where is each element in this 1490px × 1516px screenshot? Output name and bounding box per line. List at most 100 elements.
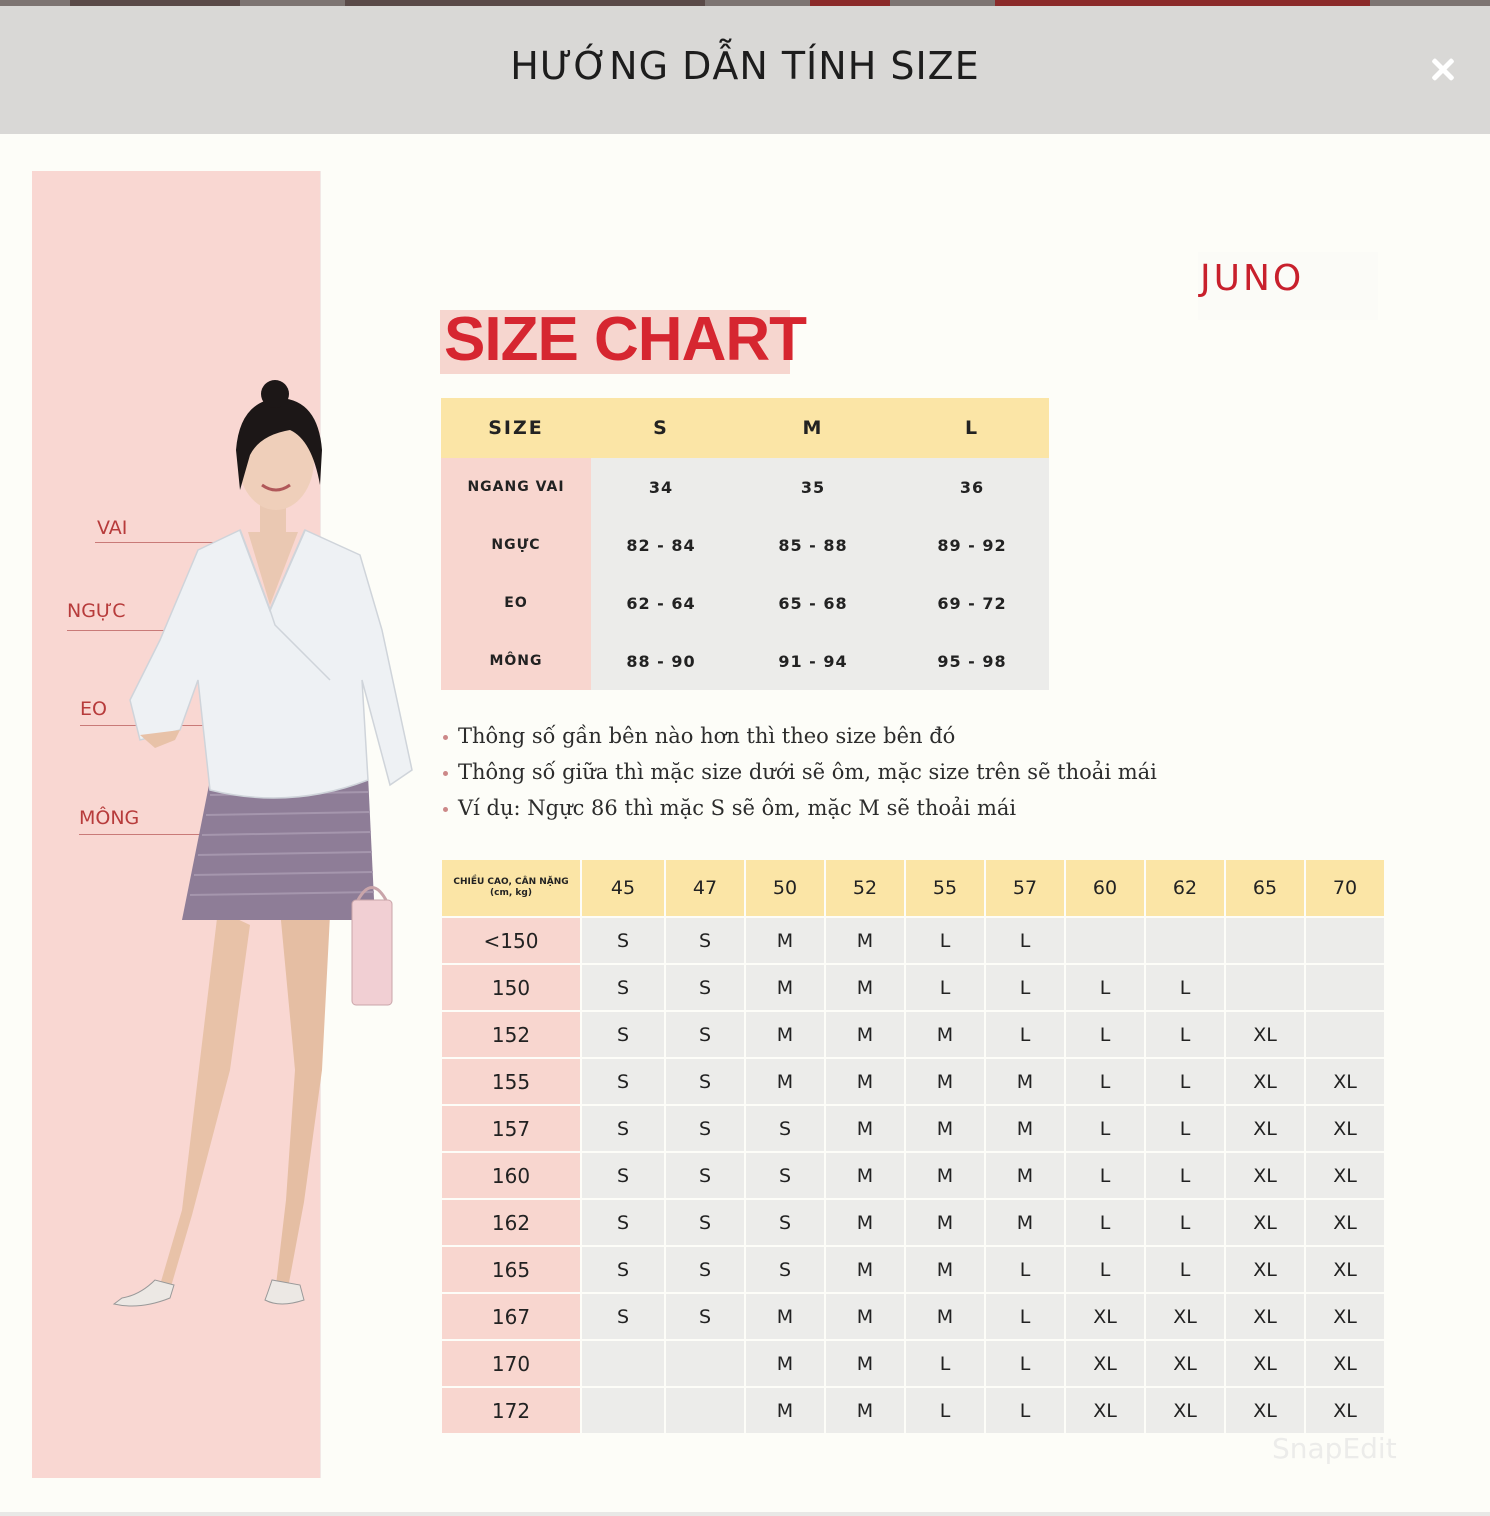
size-cell: M xyxy=(906,1200,984,1245)
bullet-icon xyxy=(443,735,448,740)
size-cell: S xyxy=(582,1059,664,1104)
table-cell: 88 - 90 xyxy=(591,632,731,690)
size-cell: XL xyxy=(1306,1200,1384,1245)
size-cell: M xyxy=(746,1388,824,1433)
size-cell: S xyxy=(666,1059,744,1104)
size-cell: S xyxy=(582,918,664,963)
size-cell: M xyxy=(826,1247,904,1292)
size-cell: M xyxy=(906,1294,984,1339)
size-cell: M xyxy=(986,1106,1064,1151)
note-text: Thông số giữa thì mặc size dưới sẽ ôm, m… xyxy=(458,760,1157,784)
table-cell: 82 - 84 xyxy=(591,516,731,574)
size-cell: XL xyxy=(1306,1247,1384,1292)
size-cell: M xyxy=(906,1059,984,1104)
weight-header: 52 xyxy=(826,860,904,916)
weight-header: 50 xyxy=(746,860,824,916)
size-cell: S xyxy=(582,1106,664,1151)
modal-title: HƯỚNG DẪN TÍNH SIZE xyxy=(510,44,980,88)
size-cell: XL xyxy=(1226,1106,1304,1151)
size-cell: L xyxy=(1066,1106,1144,1151)
corner-label: CHIỀU CAO, CÂN NẶNG xyxy=(453,877,569,887)
size-cell: L xyxy=(986,1294,1064,1339)
height-label: 162 xyxy=(442,1200,580,1245)
bullet-icon xyxy=(443,771,448,776)
size-cell: L xyxy=(1146,1059,1224,1104)
size-cell: XL xyxy=(1226,1012,1304,1057)
size-cell: S xyxy=(666,1153,744,1198)
table-row: 170 M M L L XL XL XL XL xyxy=(442,1341,1384,1386)
corner-unit: (cm, kg) xyxy=(490,888,532,898)
size-cell: L xyxy=(1146,965,1224,1010)
size-cell xyxy=(1306,965,1384,1010)
table-cell: 85 - 88 xyxy=(731,516,895,574)
size-cell: L xyxy=(1066,1200,1144,1245)
table-cell: 91 - 94 xyxy=(731,632,895,690)
size-notes: Thông số gần bên nào hơn thì theo size b… xyxy=(443,720,1157,828)
row-label: NGỰC xyxy=(441,516,591,574)
table-cell: 62 - 64 xyxy=(591,574,731,632)
height-label: 172 xyxy=(442,1388,580,1433)
table-row: 155 S S M M M M L L XL XL xyxy=(442,1059,1384,1104)
size-cell: S xyxy=(666,1294,744,1339)
size-cell: S xyxy=(666,1012,744,1057)
table-header: SIZE xyxy=(441,398,591,458)
size-cell xyxy=(582,1341,664,1386)
height-label: <150 xyxy=(442,918,580,963)
size-cell xyxy=(666,1388,744,1433)
size-cell: L xyxy=(986,1388,1064,1433)
size-cell: S xyxy=(666,1247,744,1292)
table-row: 157 S S S M M M L L XL XL xyxy=(442,1106,1384,1151)
size-chart-title: SIZE CHART xyxy=(444,305,807,374)
size-cell: L xyxy=(986,918,1064,963)
size-cell: XL xyxy=(1146,1294,1224,1339)
size-cell: XL xyxy=(1146,1388,1224,1433)
size-cell xyxy=(1306,1012,1384,1057)
size-cell: M xyxy=(986,1200,1064,1245)
size-cell: XL xyxy=(1226,1247,1304,1292)
size-cell: M xyxy=(826,1341,904,1386)
weight-header: 60 xyxy=(1066,860,1144,916)
weight-header: 70 xyxy=(1306,860,1384,916)
size-cell xyxy=(1306,918,1384,963)
table-row: NGỰC 82 - 84 85 - 88 89 - 92 xyxy=(441,516,1049,574)
size-cell: S xyxy=(746,1106,824,1151)
table-row: MÔNG 88 - 90 91 - 94 95 - 98 xyxy=(441,632,1049,690)
table-cell: 35 xyxy=(731,458,895,516)
height-label: 157 xyxy=(442,1106,580,1151)
size-cell: S xyxy=(666,965,744,1010)
size-cell: L xyxy=(1066,1153,1144,1198)
table-header: M xyxy=(731,398,895,458)
size-cell: M xyxy=(906,1012,984,1057)
size-cell: M xyxy=(826,1388,904,1433)
size-cell: L xyxy=(986,1247,1064,1292)
size-cell: XL xyxy=(1066,1294,1144,1339)
height-label: 155 xyxy=(442,1059,580,1104)
height-label: 167 xyxy=(442,1294,580,1339)
table-row: 165 S S S M M L L L XL XL xyxy=(442,1247,1384,1292)
size-cell: M xyxy=(906,1247,984,1292)
size-cell: XL xyxy=(1066,1341,1144,1386)
height-label: 150 xyxy=(442,965,580,1010)
close-icon[interactable] xyxy=(1424,50,1464,90)
size-cell: M xyxy=(746,1294,824,1339)
weight-header: 65 xyxy=(1226,860,1304,916)
height-label: 165 xyxy=(442,1247,580,1292)
size-cell: L xyxy=(1146,1012,1224,1057)
size-cell: M xyxy=(826,1200,904,1245)
size-cell: S xyxy=(582,1200,664,1245)
table-cell: 89 - 92 xyxy=(895,516,1049,574)
size-cell: S xyxy=(666,918,744,963)
note-text: Thông số gần bên nào hơn thì theo size b… xyxy=(458,724,956,748)
size-cell: XL xyxy=(1226,1200,1304,1245)
size-cell: M xyxy=(906,1153,984,1198)
size-cell: XL xyxy=(1306,1294,1384,1339)
brand-logo: JUNO xyxy=(1200,258,1305,299)
table-row: NGANG VAI 34 35 36 xyxy=(441,458,1049,516)
size-cell: M xyxy=(826,918,904,963)
size-cell: L xyxy=(1146,1247,1224,1292)
weight-header: 57 xyxy=(986,860,1064,916)
size-cell: L xyxy=(1146,1153,1224,1198)
note-text: Ví dụ: Ngực 86 thì mặc S sẽ ôm, mặc M sẽ… xyxy=(458,796,1017,820)
size-cell: L xyxy=(906,965,984,1010)
size-cell: M xyxy=(826,1153,904,1198)
